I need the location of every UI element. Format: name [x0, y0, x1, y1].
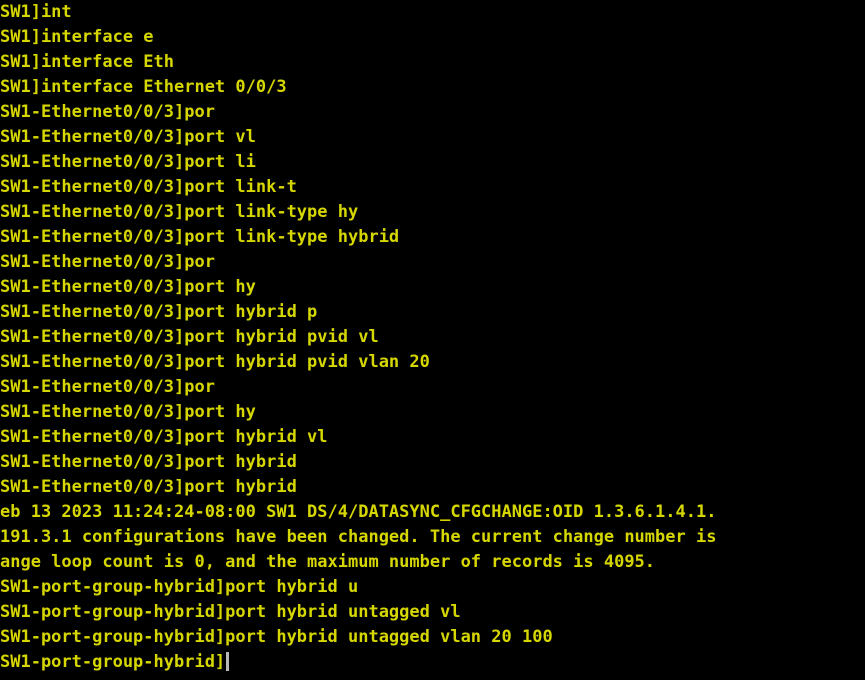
terminal-prompt-line: SW1-Ethernet0/0/3]port hy [0, 277, 256, 297]
terminal-prompt-line: SW1-Ethernet0/0/3]port vl [0, 127, 256, 147]
terminal-prompt-line: SW1-Ethernet0/0/3]port hy [0, 402, 256, 422]
terminal-prompt-line: SW1-Ethernet0/0/3]port link-type hy [0, 202, 359, 222]
terminal-log-line: ange loop count is 0, and the maximum nu… [0, 552, 656, 572]
text-cursor [226, 652, 230, 671]
terminal-prompt-line: SW1-port-group-hybrid]port hybrid untagg… [0, 602, 461, 622]
terminal-prompt-line: SW1-Ethernet0/0/3]por [0, 377, 215, 397]
terminal-prompt-line: SW1-Ethernet0/0/3]port link-t [0, 177, 297, 197]
terminal-prompt-line: SW1-Ethernet0/0/3]port hybrid [0, 452, 297, 472]
terminal-prompt-line: SW1-Ethernet0/0/3]port hybrid vl [0, 427, 328, 447]
terminal-prompt-line: SW1-port-group-hybrid]port hybrid u [0, 577, 359, 597]
terminal-prompt-line: SW1]int [0, 2, 72, 22]
terminal-prompt-line: SW1-port-group-hybrid] [0, 650, 865, 675]
terminal-prompt-line: SW1-Ethernet0/0/3]port hybrid pvid vlan … [0, 352, 430, 372]
terminal-prompt-line: SW1-Ethernet0/0/3]por [0, 252, 215, 272]
terminal-screen[interactable]: SW1]int SW1]interface e SW1]interface Eth S… [0, 0, 865, 675]
terminal-prompt-line: SW1-Ethernet0/0/3]port link-type hybrid [0, 227, 400, 247]
terminal-prompt-line: SW1-Ethernet0/0/3]port hybrid [0, 477, 297, 497]
terminal-prompt-line: SW1]interface e [0, 27, 154, 47]
terminal-prompt-line: SW1-Ethernet0/0/3]port li [0, 152, 256, 172]
terminal-prompt-line: SW1-Ethernet0/0/3]port hybrid p [0, 302, 318, 322]
terminal-prompt-line: SW1]interface Eth [0, 52, 174, 72]
terminal-log-line: 191.3.1 configurations have been changed… [0, 527, 717, 547]
terminal-prompt-line: SW1]interface Ethernet 0/0/3 [0, 77, 287, 97]
terminal-prompt-line: SW1-Ethernet0/0/3]por [0, 102, 215, 122]
terminal-prompt-line: SW1-port-group-hybrid]port hybrid untagg… [0, 627, 553, 647]
terminal-prompt-line: SW1-Ethernet0/0/3]port hybrid pvid vl [0, 327, 379, 347]
terminal-window[interactable]: SW1]int SW1]interface e SW1]interface Eth S… [0, 0, 865, 680]
terminal-log-line: eb 13 2023 11:24:24-08:00 SW1 DS/4/DATAS… [0, 502, 717, 522]
